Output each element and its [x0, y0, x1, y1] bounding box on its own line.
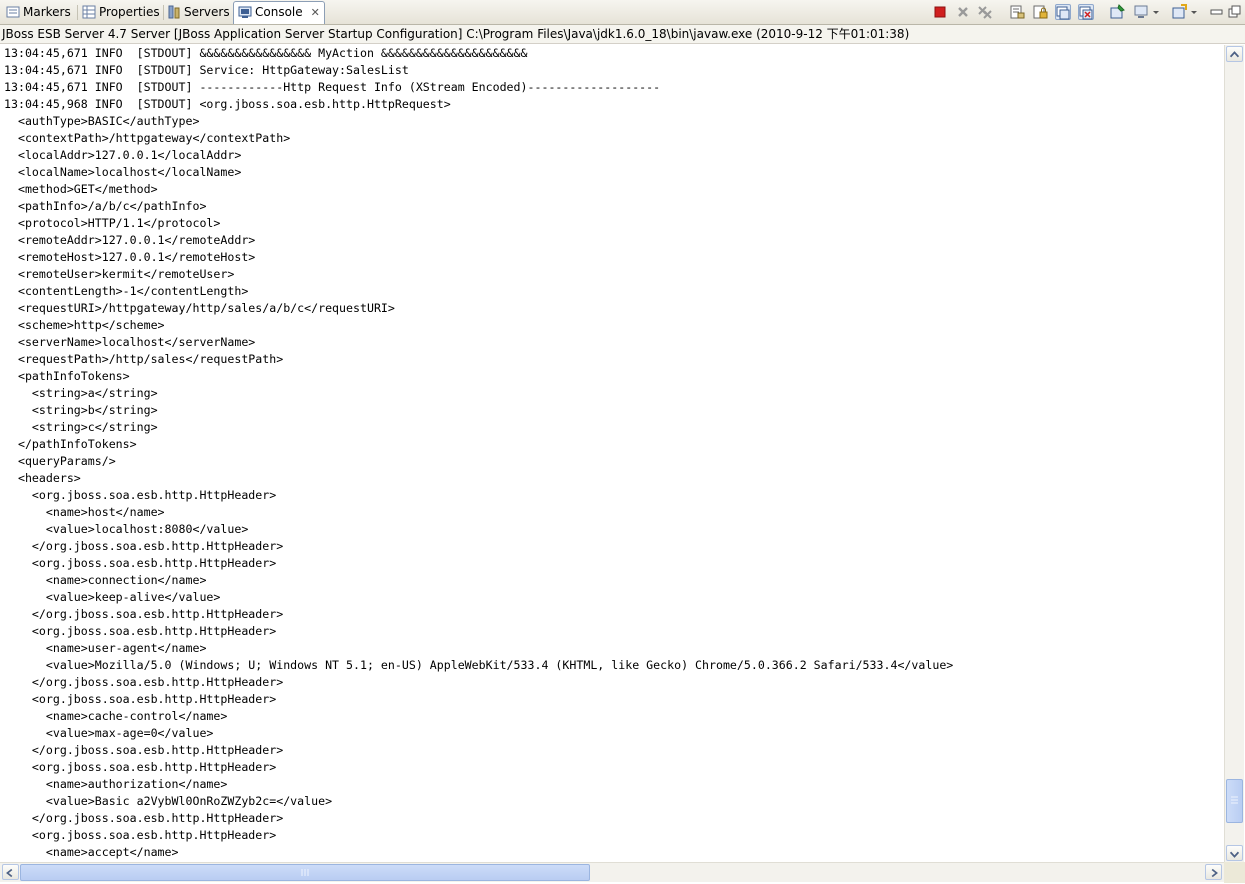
tab-servers[interactable]: Servers	[163, 2, 233, 23]
tab-console[interactable]: Console ✕	[233, 1, 325, 24]
console-line: <headers>	[4, 471, 81, 485]
vertical-scroll-thumb[interactable]	[1226, 779, 1243, 823]
console-line: <org.jboss.soa.esb.http.HttpHeader>	[4, 624, 277, 638]
console-line: <org.jboss.soa.esb.http.HttpHeader>	[4, 692, 277, 706]
open-console-icon[interactable]	[1171, 4, 1187, 20]
clear-console-icon[interactable]	[1009, 4, 1025, 20]
console-line: <name>cache-control</name>	[4, 709, 228, 723]
scroll-up-button[interactable]	[1226, 46, 1243, 62]
scroll-left-button[interactable]	[2, 864, 19, 880]
console-line: <value>keep-alive</value>	[4, 590, 221, 604]
console-line: <pathInfo>/a/b/c</pathInfo>	[4, 199, 207, 213]
chevron-down-icon	[1229, 851, 1240, 858]
chevron-down-icon[interactable]	[1190, 4, 1198, 20]
console-line: <scheme>http</scheme>	[4, 318, 165, 332]
chevron-down-icon[interactable]	[1152, 4, 1160, 20]
console-line: </org.jboss.soa.esb.http.HttpHeader>	[4, 607, 284, 621]
console-line: <name>user-agent</name>	[4, 641, 207, 655]
scroll-down-button[interactable]	[1226, 845, 1243, 861]
console-line: <remoteAddr>127.0.0.1</remoteAddr>	[4, 233, 256, 247]
tab-markers[interactable]: Markers	[2, 2, 76, 23]
display-selected-console-icon[interactable]	[1133, 4, 1149, 20]
horizontal-scrollbar[interactable]	[0, 862, 1224, 882]
remove-all-terminated-icon[interactable]	[977, 4, 993, 20]
console-line: <contextPath>/httpgateway</contextPath>	[4, 131, 291, 145]
console-line: <name>authorization</name>	[4, 777, 228, 791]
console-line: <string>c</string>	[4, 420, 158, 434]
vertical-scrollbar[interactable]	[1224, 45, 1244, 862]
console-line: <string>b</string>	[4, 403, 158, 417]
console-line: <method>GET</method>	[4, 182, 158, 196]
console-line: 13:04:45,968 INFO [STDOUT] <org.jboss.so…	[4, 97, 451, 111]
console-line: 13:04:45,671 INFO [STDOUT] Service: Http…	[4, 63, 409, 77]
tab-label: Properties	[99, 5, 160, 19]
console-line: <value>localhost:8080</value>	[4, 522, 249, 536]
terminate-icon[interactable]	[932, 4, 948, 20]
console-line: <remoteUser>kermit</remoteUser>	[4, 267, 235, 281]
console-description: JBoss ESB Server 4.7 Server [JBoss Appli…	[0, 25, 1245, 44]
scrollbar-corner	[1224, 862, 1245, 883]
console-line: <pathInfoTokens>	[4, 369, 130, 383]
chevron-right-icon	[1211, 868, 1218, 878]
properties-icon	[82, 5, 96, 19]
console-line: </org.jboss.soa.esb.http.HttpHeader>	[4, 743, 284, 757]
console-line: <value>Basic a2VybWl0OnRoZWZyb2c=</value…	[4, 794, 333, 808]
console-line: </org.jboss.soa.esb.http.HttpHeader>	[4, 811, 284, 825]
maximize-icon[interactable]	[1227, 4, 1243, 20]
console-line: <name>connection</name>	[4, 573, 207, 587]
console-line: <requestPath>/http/sales</requestPath>	[4, 352, 284, 366]
console-line: <value>max-age=0</value>	[4, 726, 214, 740]
scroll-lock-icon[interactable]	[1032, 4, 1048, 20]
console-line: <org.jboss.soa.esb.http.HttpHeader>	[4, 828, 277, 842]
console-line: <name>host</name>	[4, 505, 165, 519]
markers-icon	[6, 6, 20, 18]
show-console-on-stdout-icon[interactable]	[1055, 4, 1071, 20]
console-line: <queryParams/>	[4, 454, 116, 468]
console-line: <protocol>HTTP/1.1</protocol>	[4, 216, 221, 230]
console-line: <org.jboss.soa.esb.http.HttpHeader>	[4, 556, 277, 570]
chevron-up-icon	[1229, 51, 1240, 58]
scroll-right-button[interactable]	[1205, 864, 1222, 880]
console-line: <value>Mozilla/5.0 (Windows; U; Windows …	[4, 658, 954, 672]
chevron-left-icon	[6, 868, 13, 878]
tab-label: Console	[255, 5, 303, 19]
console-line: <localAddr>127.0.0.1</localAddr>	[4, 148, 242, 162]
console-line: </pathInfoTokens>	[4, 437, 137, 451]
close-icon[interactable]: ✕	[311, 3, 320, 23]
console-line: 13:04:45,671 INFO [STDOUT] ------------H…	[4, 80, 661, 94]
console-line: <serverName>localhost</serverName>	[4, 335, 256, 349]
view-tab-bar: Markers Properties Servers Console ✕	[0, 0, 1245, 25]
servers-icon	[168, 5, 180, 19]
console-line: <requestURI>/httpgateway/http/sales/a/b/…	[4, 301, 395, 315]
minimize-icon[interactable]	[1209, 4, 1225, 20]
pin-console-icon[interactable]	[1109, 4, 1125, 20]
console-line: <string>a</string>	[4, 386, 158, 400]
console-line: </org.jboss.soa.esb.http.HttpHeader>	[4, 539, 284, 553]
console-line: <remoteHost>127.0.0.1</remoteHost>	[4, 250, 256, 264]
console-line: </org.jboss.soa.esb.http.HttpHeader>	[4, 675, 284, 689]
console-line: <org.jboss.soa.esb.http.HttpHeader>	[4, 760, 277, 774]
console-text: 13:04:45,671 INFO [STDOUT] &&&&&&&&&&&&&…	[0, 45, 1224, 861]
remove-launch-icon[interactable]	[955, 4, 971, 20]
tab-label: Servers	[184, 5, 230, 19]
tab-properties[interactable]: Properties	[78, 2, 162, 23]
console-line: <localName>localhost</localName>	[4, 165, 242, 179]
console-output[interactable]: 13:04:45,671 INFO [STDOUT] &&&&&&&&&&&&&…	[0, 45, 1224, 862]
show-console-on-stderr-icon[interactable]	[1078, 4, 1094, 20]
console-line: <org.jboss.soa.esb.http.HttpHeader>	[4, 488, 277, 502]
console-line: <authType>BASIC</authType>	[4, 114, 200, 128]
console-line: 13:04:45,671 INFO [STDOUT] &&&&&&&&&&&&&…	[4, 46, 528, 60]
horizontal-scroll-thumb[interactable]	[20, 864, 590, 881]
console-icon	[238, 6, 252, 18]
console-line: <name>accept</name>	[4, 845, 179, 859]
tab-label: Markers	[23, 5, 71, 19]
console-line: <contentLength>-1</contentLength>	[4, 284, 249, 298]
